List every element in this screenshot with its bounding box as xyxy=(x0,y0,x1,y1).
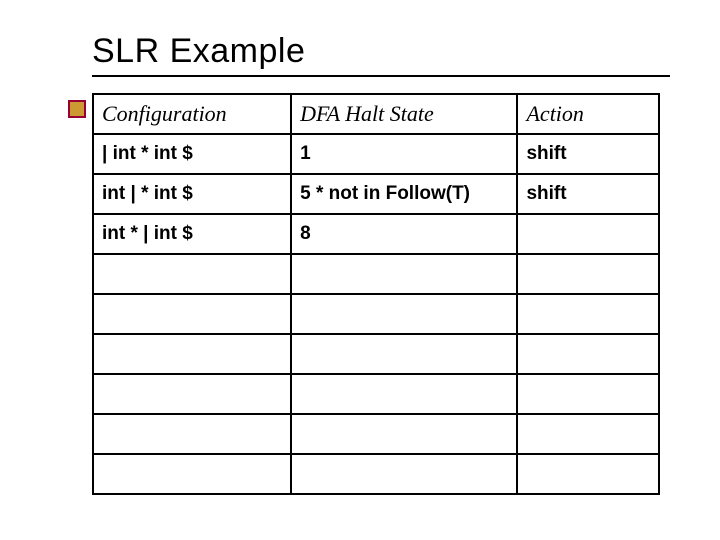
cell-configuration: | int * int $ xyxy=(93,134,291,174)
cell-action xyxy=(517,454,659,494)
cell-dfa-halt-state xyxy=(291,374,517,414)
slide-title: SLR Example xyxy=(92,32,305,71)
slide: SLR Example Configuration DFA Halt State… xyxy=(0,0,720,540)
cell-configuration: int | * int $ xyxy=(93,174,291,214)
cell-configuration xyxy=(93,294,291,334)
cell-dfa-halt-state: 8 xyxy=(291,214,517,254)
table-row xyxy=(93,414,659,454)
col-header-dfa-halt-state: DFA Halt State xyxy=(291,94,517,134)
table-row xyxy=(93,294,659,334)
col-header-action: Action xyxy=(517,94,659,134)
cell-action xyxy=(517,414,659,454)
bullet-square-icon xyxy=(68,100,86,118)
table-row xyxy=(93,454,659,494)
col-header-configuration: Configuration xyxy=(93,94,291,134)
cell-configuration xyxy=(93,334,291,374)
cell-action: shift xyxy=(517,134,659,174)
cell-action: shift xyxy=(517,174,659,214)
cell-configuration xyxy=(93,454,291,494)
cell-dfa-halt-state xyxy=(291,334,517,374)
parse-table-wrap: Configuration DFA Halt State Action | in… xyxy=(92,93,660,495)
cell-configuration xyxy=(93,254,291,294)
cell-action xyxy=(517,254,659,294)
cell-dfa-halt-state xyxy=(291,454,517,494)
cell-configuration xyxy=(93,374,291,414)
table-row: | int * int $ 1 shift xyxy=(93,134,659,174)
cell-action xyxy=(517,374,659,414)
table-row: int * | int $ 8 xyxy=(93,214,659,254)
title-row: SLR Example xyxy=(92,32,670,77)
table-row xyxy=(93,334,659,374)
table-header-row: Configuration DFA Halt State Action xyxy=(93,94,659,134)
cell-dfa-halt-state: 5 * not in Follow(T) xyxy=(291,174,517,214)
table-row: int | * int $ 5 * not in Follow(T) shift xyxy=(93,174,659,214)
parse-table: Configuration DFA Halt State Action | in… xyxy=(92,93,660,495)
cell-dfa-halt-state xyxy=(291,414,517,454)
cell-configuration: int * | int $ xyxy=(93,214,291,254)
cell-dfa-halt-state xyxy=(291,294,517,334)
cell-action xyxy=(517,334,659,374)
cell-dfa-halt-state: 1 xyxy=(291,134,517,174)
table-row xyxy=(93,374,659,414)
cell-action xyxy=(517,214,659,254)
cell-dfa-halt-state xyxy=(291,254,517,294)
cell-action xyxy=(517,294,659,334)
cell-configuration xyxy=(93,414,291,454)
table-row xyxy=(93,254,659,294)
